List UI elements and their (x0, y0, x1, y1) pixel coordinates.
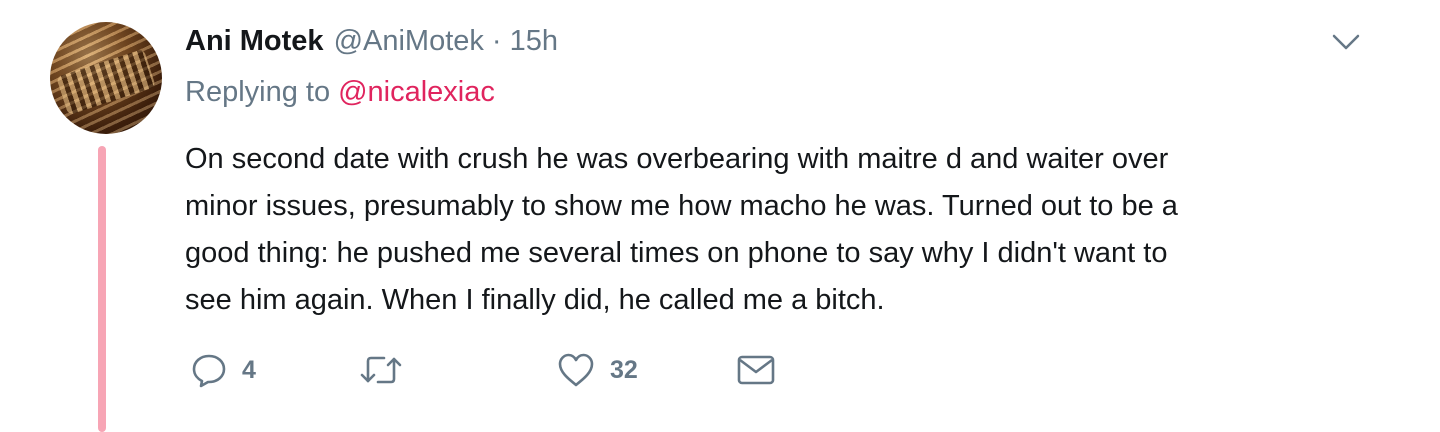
direct-message-button[interactable] (736, 353, 776, 387)
tweet-header: Ani Motek @AniMotek · 15h (185, 20, 558, 62)
separator-dot: · (491, 24, 502, 57)
replying-label: Replying to (185, 76, 331, 108)
timestamp[interactable]: 15h (510, 25, 558, 58)
reply-button[interactable]: 4 (190, 351, 360, 389)
tweet: Ani Motek @AniMotek · 15h Replying to @ni… (0, 0, 1440, 432)
replying-to: Replying to @nicalexiac (185, 76, 495, 109)
tweet-text: On second date with crush he was overbea… (185, 143, 1178, 316)
like-count: 32 (610, 355, 638, 384)
heart-icon (556, 351, 596, 389)
reply-count: 4 (242, 355, 256, 384)
avatar[interactable] (50, 22, 162, 134)
like-button[interactable]: 32 (556, 351, 736, 389)
mail-icon (736, 353, 776, 387)
reply-icon (190, 351, 228, 389)
retweet-button[interactable] (360, 351, 556, 389)
replying-mention-link[interactable]: @nicalexiac (338, 76, 495, 108)
thread-line (98, 146, 106, 432)
author-handle[interactable]: @AniMotek (334, 25, 484, 58)
retweet-icon (360, 351, 402, 389)
chevron-down-icon[interactable] (1330, 30, 1362, 54)
author-name[interactable]: Ani Motek (185, 25, 324, 58)
action-bar: 4 32 (190, 350, 776, 390)
